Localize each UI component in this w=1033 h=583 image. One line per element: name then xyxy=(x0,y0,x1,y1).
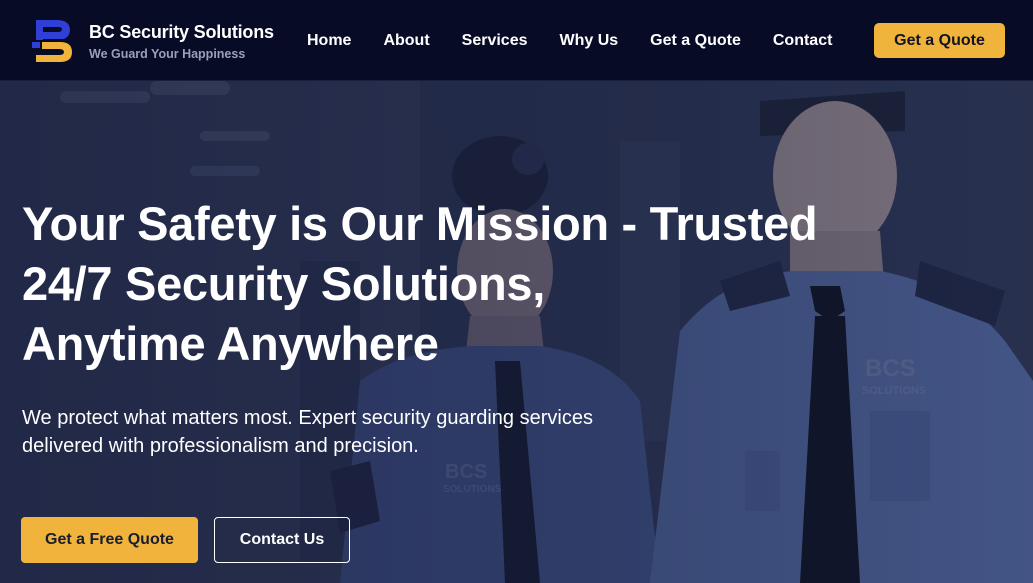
nav-home[interactable]: Home xyxy=(307,32,351,50)
brand-tagline: We Guard Your Happiness xyxy=(89,47,246,61)
nav-why-us[interactable]: Why Us xyxy=(560,32,619,50)
hero-subtitle: We protect what matters most. Expert sec… xyxy=(22,404,682,460)
nav-services[interactable]: Services xyxy=(462,32,528,50)
hero-title-line-3: Anytime Anywhere xyxy=(22,317,439,370)
nav-get-a-quote[interactable]: Get a Quote xyxy=(650,32,741,50)
nav-about[interactable]: About xyxy=(383,32,429,50)
brand-name: BC Security Solutions xyxy=(89,22,274,42)
hero-subtitle-line-2: delivered with professionalism and preci… xyxy=(22,435,419,457)
contact-us-button[interactable]: Contact Us xyxy=(214,517,350,563)
bc-logo-icon[interactable] xyxy=(32,18,74,64)
hero-subtitle-line-1: We protect what matters most. Expert sec… xyxy=(22,407,593,429)
hero-title-line-2: 24/7 Security Solutions, xyxy=(22,257,546,310)
hero-section: BCS SOLUTIONS BCS SOLUTIONS Your Safety … xyxy=(0,81,1033,583)
hero-title: Your Safety is Our Mission - Trusted 24/… xyxy=(22,194,922,374)
header-get-quote-button[interactable]: Get a Quote xyxy=(874,23,1005,58)
main-nav: Home About Services Why Us Get a Quote C… xyxy=(307,0,864,81)
brand[interactable]: BC Security Solutions We Guard Your Happ… xyxy=(89,22,274,61)
nav-contact[interactable]: Contact xyxy=(773,32,833,50)
site-header: BC Security Solutions We Guard Your Happ… xyxy=(0,0,1033,81)
hero-title-line-1: Your Safety is Our Mission - Trusted xyxy=(22,197,818,250)
get-free-quote-button[interactable]: Get a Free Quote xyxy=(21,517,198,563)
